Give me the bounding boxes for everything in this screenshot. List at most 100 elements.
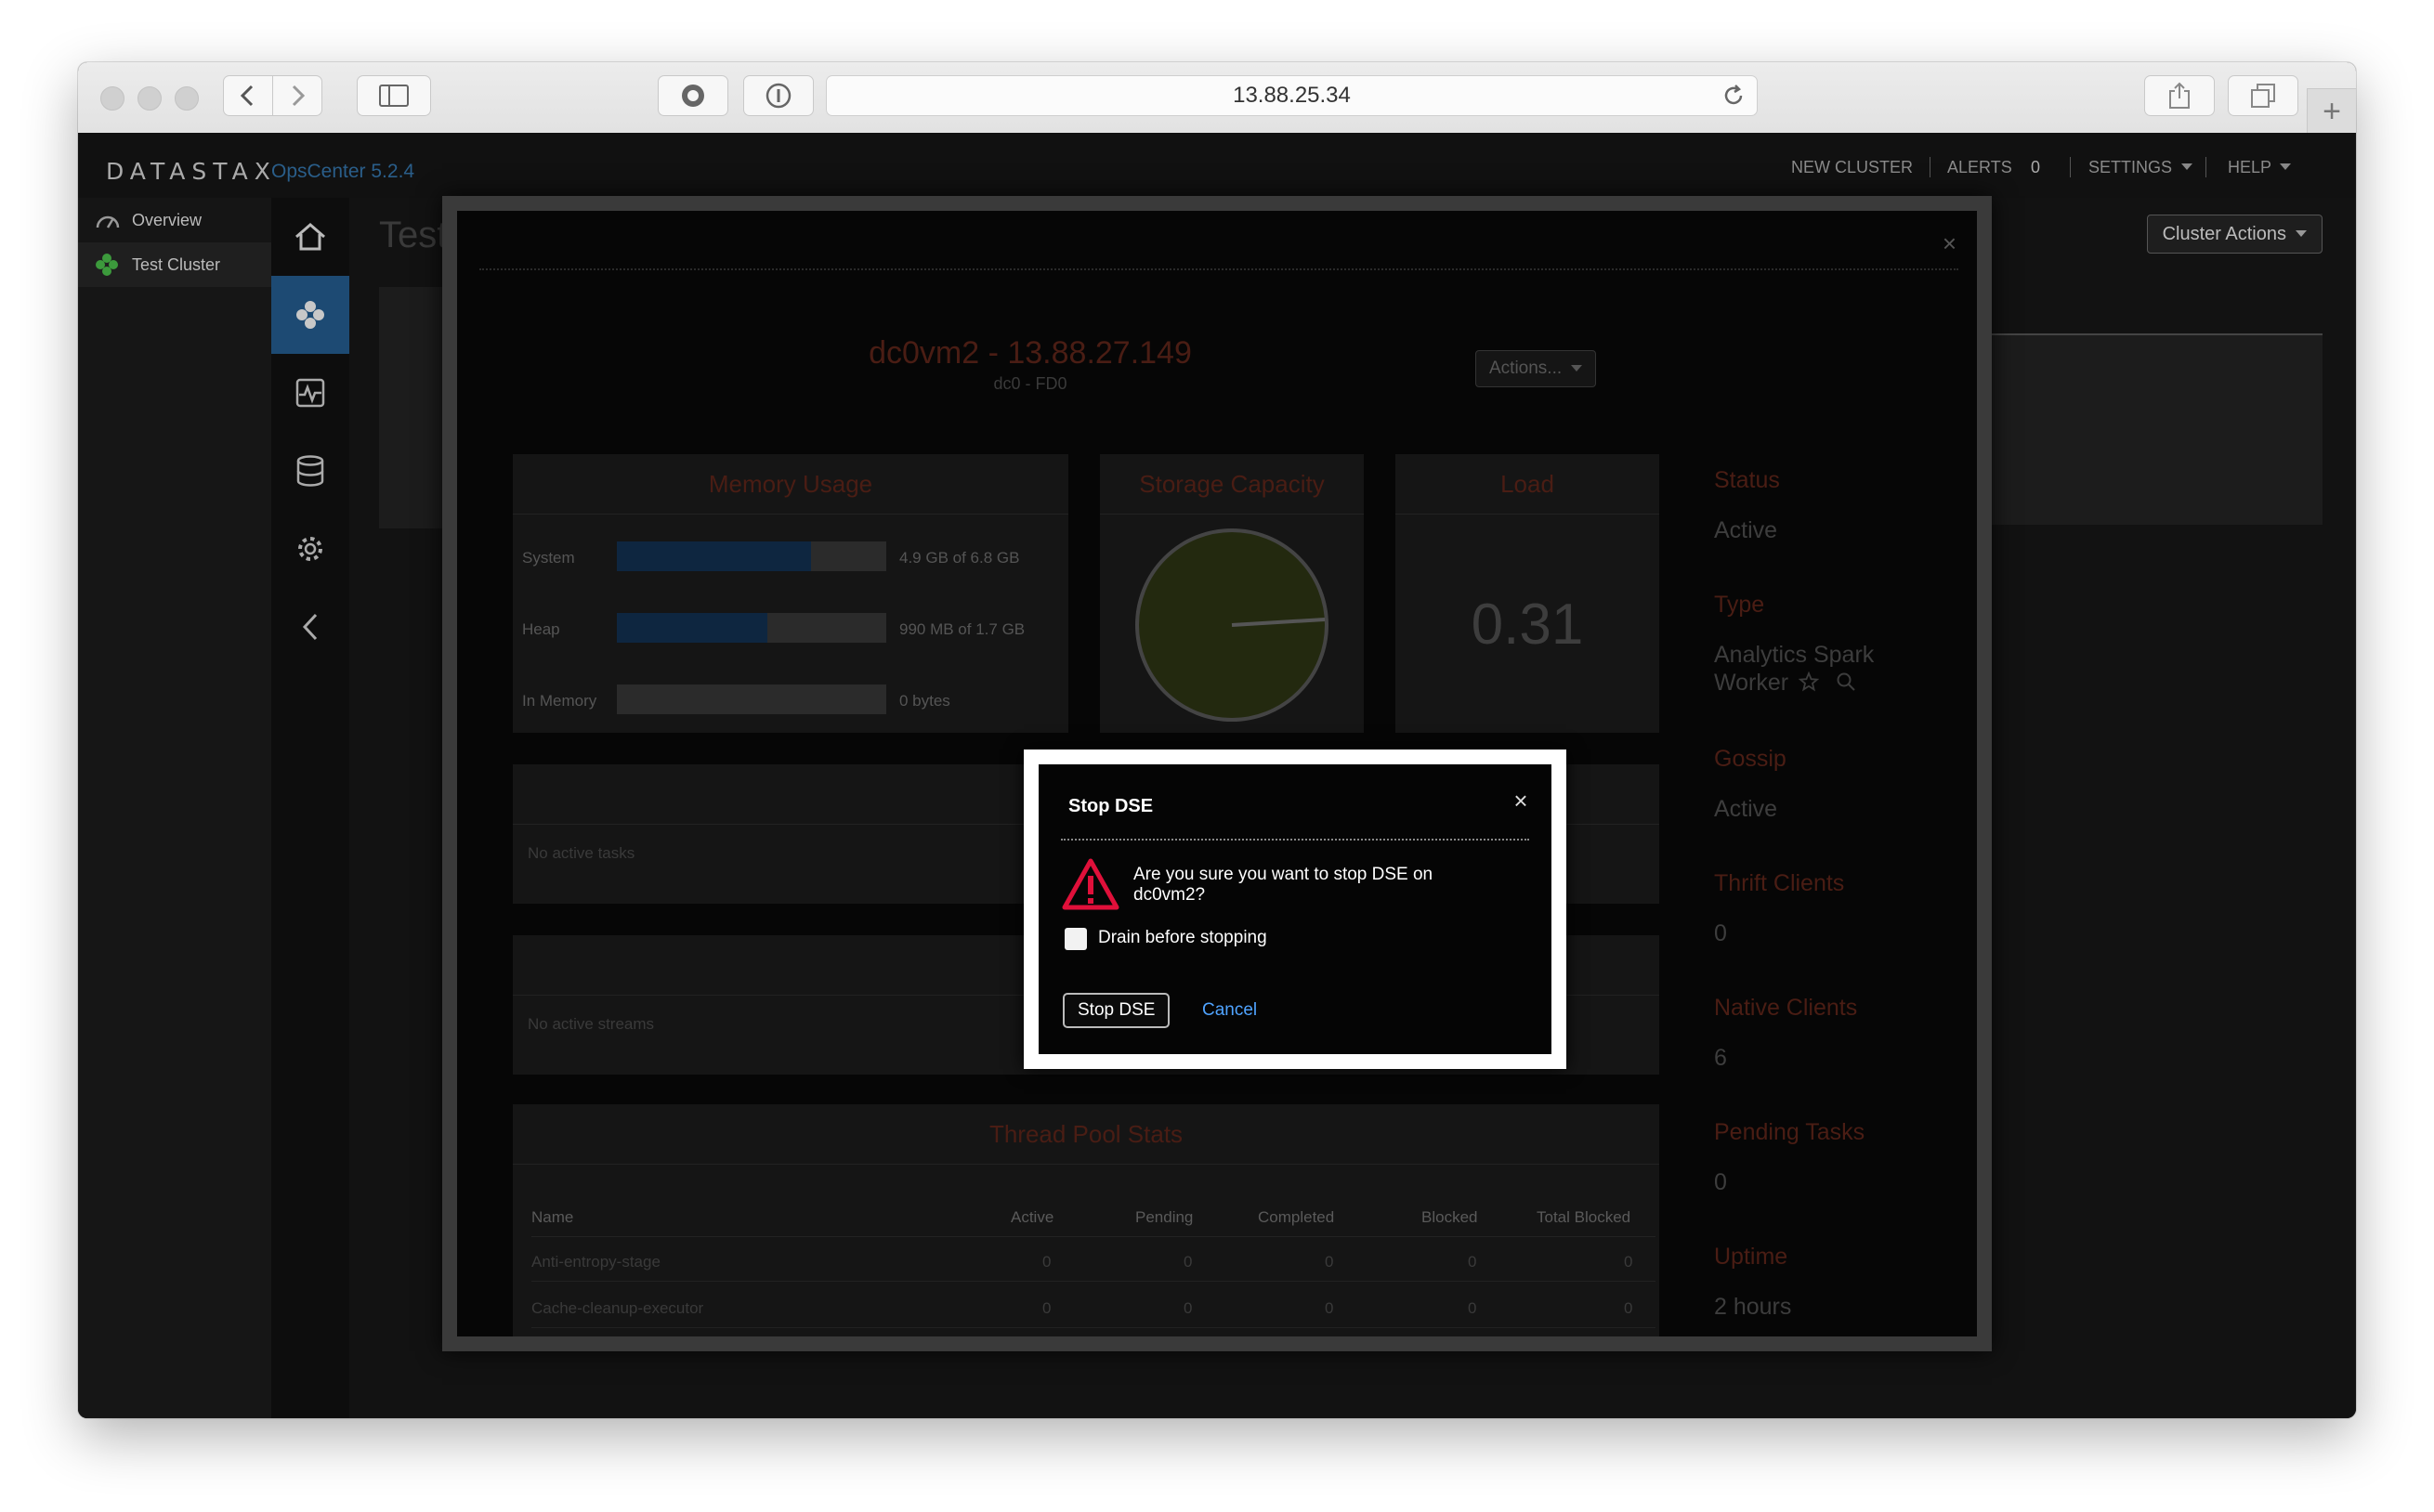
password-button[interactable]	[743, 75, 814, 116]
thread-pool-active: 0	[1042, 1299, 1052, 1317]
rail-nodes[interactable]	[271, 276, 349, 354]
memory-row-value: 0 bytes	[899, 692, 950, 710]
uptime-value: 2 hours	[1714, 1294, 1792, 1320]
thrift-clients-value: 0	[1714, 920, 1727, 946]
star-icon[interactable]	[1799, 671, 1819, 692]
chevron-down-icon	[2181, 163, 2192, 170]
settings-menu[interactable]: SETTINGS	[2088, 158, 2172, 177]
chevron-left-icon	[302, 613, 318, 641]
close-icon[interactable]: ×	[1511, 789, 1531, 813]
thread-pool-active: 0	[1042, 1253, 1052, 1271]
share-button[interactable]	[2144, 75, 2215, 116]
background-divider	[1992, 333, 2323, 335]
drain-checkbox-label[interactable]: Drain before stopping	[1098, 928, 1267, 948]
sidebar-toggle-button[interactable]	[357, 75, 431, 116]
thrift-clients-label: Thrift Clients	[1714, 870, 1845, 896]
left-sidebar: Overview Test Cluster	[78, 198, 271, 1418]
storage-capacity-heading: Storage Capacity	[1100, 454, 1364, 515]
gauge-icon	[96, 215, 120, 228]
alerts-count-badge: 0	[2031, 158, 2041, 176]
memory-row-value: 990 MB of 1.7 GB	[899, 620, 1026, 638]
table-divider	[531, 1281, 1655, 1282]
cancel-button[interactable]: Cancel	[1202, 1000, 1257, 1021]
reload-icon[interactable]	[1721, 84, 1746, 108]
thread-pool-card: Thread Pool Stats Name Active Pending Co…	[513, 1104, 1659, 1336]
streams-empty-text: No active streams	[528, 1015, 655, 1033]
rail-dashboard[interactable]	[271, 198, 349, 276]
column-header-name[interactable]: Name	[531, 1208, 573, 1227]
thread-pool-pending: 0	[1184, 1253, 1193, 1271]
minimize-window-button[interactable]	[137, 86, 162, 111]
gossip-value: Active	[1714, 796, 1778, 822]
tabs-overview-button[interactable]	[2228, 75, 2298, 116]
rail-data[interactable]	[271, 432, 349, 510]
thread-pool-heading: Thread Pool Stats	[513, 1104, 1659, 1165]
load-value: 0.31	[1471, 593, 1584, 657]
page-title: Test	[379, 215, 448, 255]
alerts-link[interactable]: ALERTS	[1947, 158, 2012, 177]
back-button[interactable]	[223, 75, 273, 116]
thread-pool-total-blocked: 0	[1624, 1253, 1633, 1271]
column-header-blocked[interactable]: Blocked	[1421, 1208, 1477, 1227]
column-header-pending[interactable]: Pending	[1135, 1208, 1193, 1227]
nav-divider	[2070, 157, 2071, 177]
cluster-actions-label: Cluster Actions	[2162, 223, 2286, 244]
sidebar-icon	[379, 85, 409, 107]
actions-button[interactable]: Actions...	[1475, 350, 1597, 387]
thread-pool-name: Anti-entropy-stage	[531, 1253, 661, 1271]
thread-pool-blocked: 0	[1468, 1299, 1477, 1317]
zoom-window-button[interactable]	[175, 86, 199, 111]
dialog-message: Are you sure you want to stop DSE on dc0…	[1133, 865, 1433, 905]
chevron-left-icon	[240, 85, 254, 107]
memory-usage-heading: Memory Usage	[513, 454, 1068, 515]
memory-bar-fill	[617, 613, 768, 643]
search-icon[interactable]	[1836, 671, 1856, 692]
thread-pool-completed: 0	[1325, 1253, 1334, 1271]
extension-button[interactable]	[658, 75, 728, 116]
new-cluster-link[interactable]: NEW CLUSTER	[1791, 158, 1913, 177]
address-bar[interactable]: 13.88.25.34	[826, 75, 1758, 116]
sidebar-item-overview[interactable]: Overview	[78, 198, 271, 242]
chevron-down-icon	[2296, 230, 2307, 237]
rail-settings[interactable]	[271, 510, 349, 588]
type-value: Analytics Spark	[1714, 642, 1875, 668]
tabs-icon	[2251, 84, 2275, 108]
dialog-title: Stop DSE	[1068, 796, 1154, 816]
close-window-button[interactable]	[100, 86, 124, 111]
memory-usage-card: Memory Usage System 4.9 GB of 6.8 GB Hea…	[513, 454, 1068, 733]
status-label: Status	[1714, 467, 1780, 493]
close-icon[interactable]: ×	[1943, 229, 1956, 258]
sidebar-item-test-cluster[interactable]: Test Cluster	[78, 242, 271, 287]
load-card: Load 0.31	[1395, 454, 1659, 733]
opscenter-app: DATASTAX OpsCenter 5.2.4 NEW CLUSTER ALE…	[78, 133, 2356, 1418]
thread-pool-pending: 0	[1184, 1299, 1193, 1317]
new-tab-button[interactable]: +	[2307, 88, 2356, 134]
forward-button[interactable]	[272, 75, 322, 116]
thread-pool-total-blocked: 0	[1624, 1299, 1633, 1317]
rail-activities[interactable]	[271, 354, 349, 432]
column-header-total-blocked[interactable]: Total Blocked	[1537, 1208, 1630, 1227]
help-menu[interactable]: HELP	[2228, 158, 2271, 177]
stop-dse-button[interactable]: Stop DSE	[1063, 993, 1171, 1028]
memory-row-label: In Memory	[522, 692, 597, 710]
column-header-completed[interactable]: Completed	[1258, 1208, 1334, 1227]
gear-icon	[298, 537, 322, 561]
gossip-label: Gossip	[1714, 746, 1786, 772]
cluster-icon	[96, 254, 118, 276]
cluster-actions-button[interactable]: Cluster Actions	[2146, 215, 2323, 254]
native-clients-label: Native Clients	[1714, 995, 1858, 1021]
background-panel	[1992, 335, 2323, 525]
cluster-icon	[296, 301, 324, 329]
datastax-logo: DATASTAX	[106, 158, 277, 185]
table-divider	[531, 1236, 1655, 1237]
browser-window: 13.88.25.34 + DATASTAX OpsCenter 5.2.4 N…	[78, 62, 2356, 1418]
memory-row-label: System	[522, 549, 575, 567]
rail-collapse[interactable]	[271, 588, 349, 666]
icon-rail	[271, 198, 349, 1418]
column-header-active[interactable]: Active	[1011, 1208, 1053, 1227]
chevron-right-icon	[292, 85, 306, 107]
pending-tasks-value: 0	[1714, 1169, 1727, 1195]
plus-icon: +	[2323, 93, 2341, 129]
drain-checkbox[interactable]	[1065, 928, 1087, 950]
load-heading: Load	[1395, 454, 1659, 515]
